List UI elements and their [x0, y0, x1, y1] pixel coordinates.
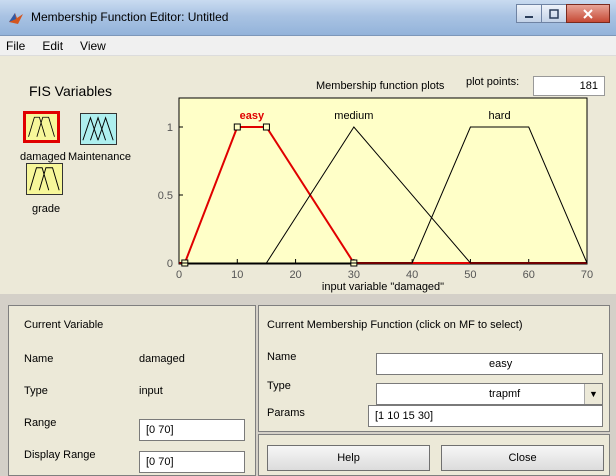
matlab-icon [9, 13, 23, 24]
title-bar[interactable]: Membership Function Editor: Untitled [0, 0, 616, 36]
current-variable-panel: Current Variable Name damaged Type input… [8, 305, 256, 476]
current-mf-header: Current Membership Function (click on MF… [267, 319, 523, 331]
y-tick-label: 1 [167, 122, 173, 134]
close-icon [583, 8, 593, 19]
mf-label-easy: easy [240, 110, 265, 122]
lower-area: Current Variable Name damaged Type input… [0, 294, 616, 476]
mf-vertex-handle[interactable] [262, 123, 270, 131]
mf-label-hard: hard [489, 110, 511, 122]
plot-background [178, 97, 588, 265]
y-tick-label: 0 [167, 258, 173, 270]
x-axis-label: input variable "damaged" [322, 281, 444, 293]
current-mf-panel: Current Membership Function (click on MF… [258, 305, 610, 432]
x-tick-label: 30 [348, 269, 360, 281]
mf-name-input[interactable]: easy [376, 353, 603, 375]
mf-vertex-handle[interactable] [233, 123, 241, 131]
display-range-label: Display Range [24, 449, 96, 461]
upper-panel: FIS Variables damaged Maintenance grade … [0, 56, 616, 294]
x-tick-label: 70 [581, 269, 593, 281]
x-tick-label: 60 [523, 269, 535, 281]
maximize-button[interactable] [541, 4, 567, 23]
var-type-value: input [139, 385, 163, 397]
membership-function-plot[interactable]: 0 10 20 30 40 50 60 70 0 0.5 1 easy medium hard input… [0, 56, 616, 294]
minimize-button[interactable] [516, 4, 542, 23]
x-tick-label: 40 [406, 269, 418, 281]
menu-view[interactable]: View [80, 39, 106, 53]
mf-name-label: Name [267, 351, 297, 363]
window-title: Membership Function Editor: Untitled [31, 10, 229, 24]
var-type-label: Type [24, 385, 48, 397]
x-tick-label: 20 [289, 269, 301, 281]
mf-label-medium: medium [334, 110, 373, 122]
menu-file[interactable]: File [6, 39, 25, 53]
mf-params-label: Params [267, 407, 305, 419]
maximize-icon [549, 8, 559, 19]
range-input[interactable]: [0 70] [139, 419, 245, 441]
x-tick-label: 10 [231, 269, 243, 281]
current-variable-header: Current Variable [24, 319, 104, 331]
mf-params-input[interactable]: [1 10 15 30] [368, 405, 603, 427]
button-panel: Help Close [258, 434, 610, 476]
display-range-input[interactable]: [0 70] [139, 451, 245, 473]
mf-type-label: Type [267, 380, 291, 392]
mf-type-value: trapmf [489, 388, 521, 400]
close-button[interactable]: Close [441, 445, 604, 471]
help-button[interactable]: Help [267, 445, 430, 471]
mf-name-value: easy [489, 358, 513, 370]
menu-edit[interactable]: Edit [42, 39, 63, 53]
x-tick-label: 0 [176, 269, 182, 281]
var-name-label: Name [24, 353, 54, 365]
close-window-button[interactable] [566, 4, 610, 23]
mf-type-select[interactable]: trapmf ▼ [376, 383, 603, 405]
minimize-icon [525, 15, 533, 18]
menu-bar: File Edit View [0, 36, 616, 56]
x-tick-label: 50 [464, 269, 476, 281]
y-tick-label: 0.5 [158, 190, 173, 202]
var-name-value: damaged [139, 353, 185, 365]
range-label: Range [24, 417, 57, 429]
chevron-down-icon[interactable]: ▼ [584, 384, 602, 404]
